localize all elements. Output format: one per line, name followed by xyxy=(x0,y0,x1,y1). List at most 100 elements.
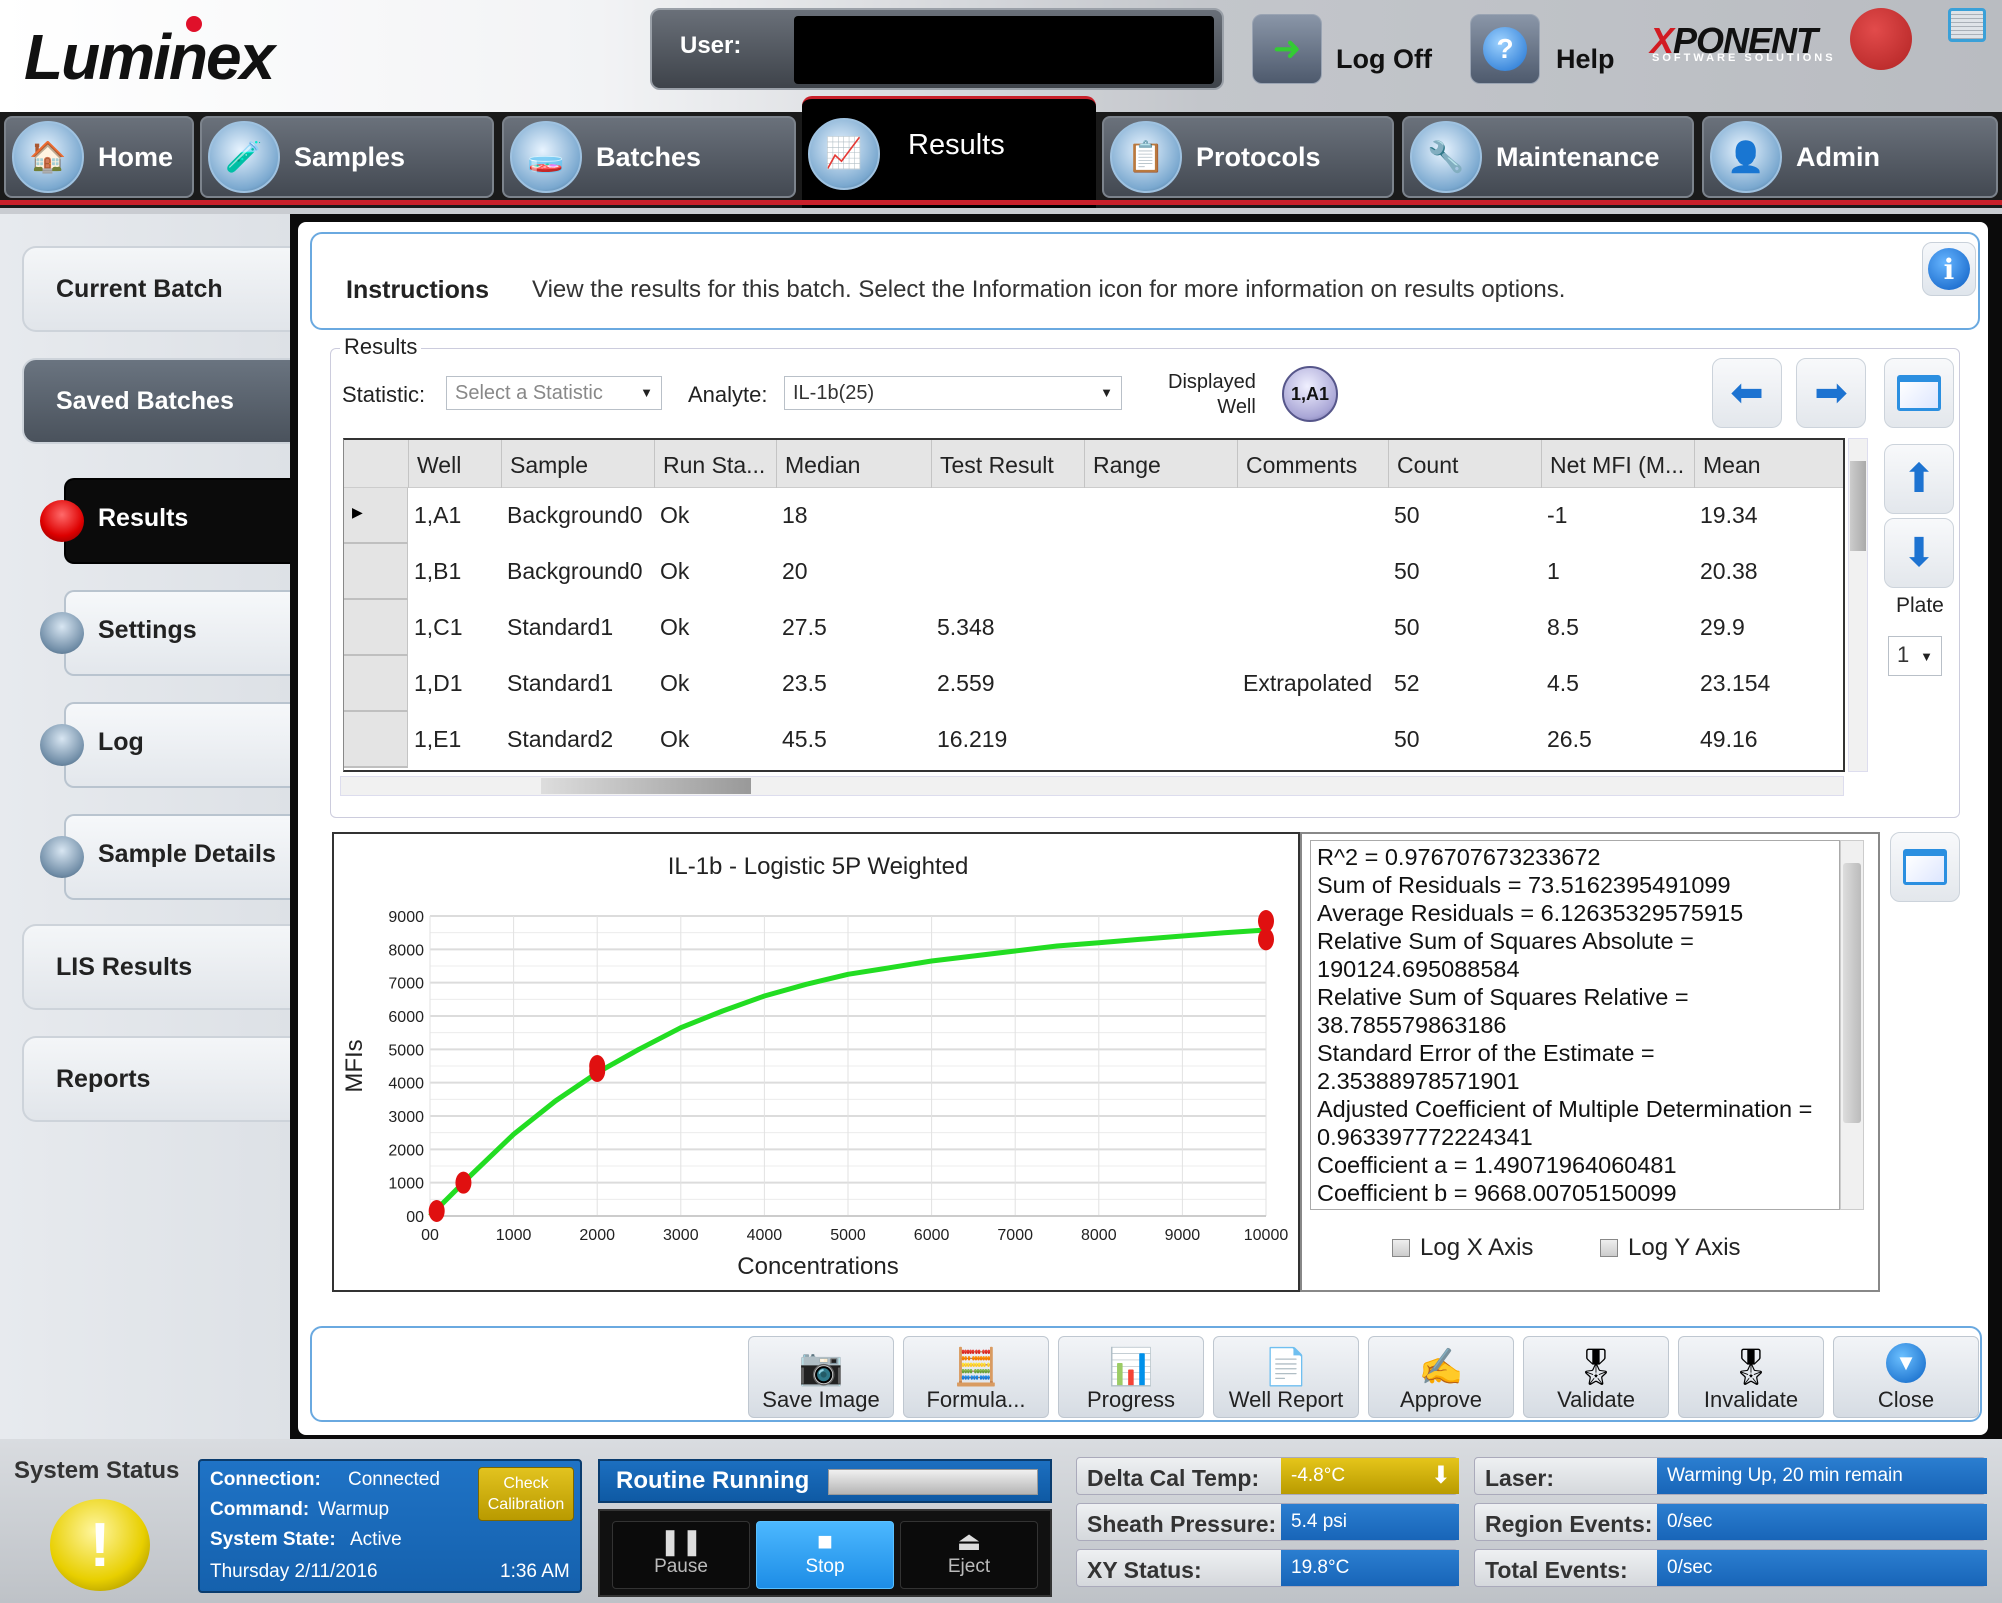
help-label[interactable]: Help xyxy=(1556,44,1615,75)
status-date: Thursday 2/11/2016 xyxy=(210,1561,378,1582)
column-header[interactable]: Count xyxy=(1388,440,1541,488)
statistic-select[interactable]: Select a Statistic ▼ xyxy=(446,376,662,410)
table-vertical-scrollbar[interactable] xyxy=(1848,438,1868,772)
log-x-axis-checkbox[interactable]: Log X Axis xyxy=(1392,1234,1533,1262)
maximize-chart-button[interactable] xyxy=(1890,832,1960,902)
nav-tab-maintenance[interactable]: 🔧 Maintenance xyxy=(1402,116,1694,198)
column-header[interactable]: Net MFI (M... xyxy=(1541,440,1694,488)
log-off-label[interactable]: Log Off xyxy=(1336,44,1432,75)
log-y-axis-checkbox[interactable]: Log Y Axis xyxy=(1600,1234,1741,1262)
sidebar-item-lis-results[interactable]: LIS Results xyxy=(22,924,290,1010)
nav-tab-results[interactable]: 📈 Results xyxy=(802,96,1096,208)
table-row[interactable]: 1,D1 Standard1 Ok 23.5 2.559 Extrapolated 52 4.… xyxy=(344,656,1843,712)
log-off-button[interactable]: ➜ xyxy=(1252,14,1322,84)
sidebar-item-current-batch[interactable]: Current Batch xyxy=(22,246,290,332)
table-cell: 23.5 xyxy=(782,670,827,696)
sidebar-item-saved-batches[interactable]: Saved Batches xyxy=(22,358,290,444)
column-header[interactable]: Sample xyxy=(501,440,654,488)
table-cell: 19.34 xyxy=(1700,502,1758,528)
scroll-thumb[interactable] xyxy=(541,778,751,794)
sidebar-item-settings[interactable]: Settings xyxy=(40,590,290,676)
nav-tab-home[interactable]: 🏠 Home xyxy=(4,116,194,198)
minimize-window-button[interactable] xyxy=(1948,8,1986,42)
scroll-up-button[interactable]: ⬆ xyxy=(1884,444,1954,514)
arrow-down-icon: ⬇ xyxy=(1430,1462,1451,1489)
formula-button[interactable]: 🧮 Formula... xyxy=(903,1336,1049,1418)
previous-well-button[interactable]: ⬅ xyxy=(1712,358,1782,428)
column-header[interactable]: Range xyxy=(1084,440,1237,488)
main-nav: 🏠 Home 🧪 Samples 🧫 Batches 📈 Results 📋 Protoc… xyxy=(0,96,2002,208)
table-row[interactable]: 1,C1 Standard1 Ok 27.5 5.348 50 8.5 29.9 xyxy=(344,600,1843,656)
connection-value: Connected xyxy=(348,1469,440,1490)
table-row[interactable]: 1,E1 Standard2 Ok 45.5 16.219 50 26.5 49.16 xyxy=(344,712,1843,768)
plate-select[interactable]: 1 ▼ xyxy=(1888,636,1942,676)
save-image-button[interactable]: 📷 Save Image xyxy=(748,1336,894,1418)
warning-icon[interactable]: ! xyxy=(50,1499,150,1591)
sidebar-item-log[interactable]: Log xyxy=(40,702,290,788)
row-header[interactable] xyxy=(344,600,408,656)
checkbox-label: Log X Axis xyxy=(1420,1234,1534,1261)
table-cell: 1 xyxy=(1547,558,1560,584)
help-icon: ? xyxy=(1483,27,1527,71)
standard-point xyxy=(1258,910,1274,932)
column-header[interactable]: Test Result xyxy=(931,440,1084,488)
row-header[interactable] xyxy=(344,544,408,600)
fit-statistic-line: Coefficient b = 9668.00705150099 xyxy=(1317,1180,1677,1206)
sidebar-item-reports[interactable]: Reports xyxy=(22,1036,290,1122)
approve-button[interactable]: ✍ Approve xyxy=(1368,1336,1514,1418)
table-cell: 23.154 xyxy=(1700,670,1771,696)
maximize-table-button[interactable] xyxy=(1884,358,1954,428)
well-report-button[interactable]: 📄 Well Report xyxy=(1213,1336,1359,1418)
row-header[interactable] xyxy=(344,712,408,768)
table-row[interactable]: 1,B1 Background0 Ok 20 50 1 20.38 xyxy=(344,544,1843,600)
stats-scrollbar[interactable] xyxy=(1840,840,1864,1210)
progress-button[interactable]: 📊 Progress xyxy=(1058,1336,1204,1418)
nav-tab-admin[interactable]: 👤 Admin xyxy=(1702,116,1998,198)
info-button[interactable]: i xyxy=(1922,242,1976,296)
plate-label: Plate xyxy=(1896,594,1944,617)
column-header[interactable]: Mean xyxy=(1694,440,1843,488)
eject-button[interactable]: ⏏ Eject xyxy=(900,1521,1038,1589)
chart-svg: IL-1b - Logistic 5P Weighted 00 1000 2000 30… xyxy=(341,853,1288,1280)
table-horizontal-scrollbar[interactable] xyxy=(340,776,1844,796)
column-header[interactable]: Well xyxy=(408,440,501,488)
pause-button[interactable]: ❚❚ Pause xyxy=(612,1521,750,1589)
nav-tab-batches[interactable]: 🧫 Batches xyxy=(502,116,796,198)
sidebar-item-label: Reports xyxy=(56,1064,151,1093)
validate-button[interactable]: 🎖 Validate xyxy=(1523,1336,1669,1418)
nav-tab-protocols[interactable]: 📋 Protocols xyxy=(1102,116,1394,198)
region-events-row: Region Events: 0/sec xyxy=(1474,1503,1987,1541)
routine-panel: Routine Running xyxy=(598,1459,1052,1503)
delta-cal-label: Delta Cal Temp: xyxy=(1087,1465,1260,1491)
checkbox-box[interactable] xyxy=(1600,1239,1618,1257)
scroll-down-button[interactable]: ⬇ xyxy=(1884,518,1954,588)
fit-statistics-text: R^2 = 0.976707673233672 Sum of Residuals … xyxy=(1310,840,1840,1210)
sidebar-item-sample-details[interactable]: Sample Details xyxy=(40,814,290,900)
checkbox-box[interactable] xyxy=(1392,1239,1410,1257)
scroll-thumb[interactable] xyxy=(1850,461,1866,551)
invalidate-button[interactable]: 🎖 Invalidate xyxy=(1678,1336,1824,1418)
formula-icon: 🧮 xyxy=(953,1346,999,1387)
next-well-button[interactable]: ➡ xyxy=(1796,358,1866,428)
stop-button[interactable]: ■ Stop xyxy=(756,1521,894,1589)
row-header[interactable] xyxy=(344,656,408,712)
column-header[interactable]: Median xyxy=(776,440,931,488)
nav-tab-samples[interactable]: 🧪 Samples xyxy=(200,116,494,198)
action-label: Close xyxy=(1877,1387,1935,1412)
column-header[interactable]: Comments xyxy=(1237,440,1388,488)
help-button[interactable]: ? xyxy=(1470,14,1540,84)
x-tick-label: 8000 xyxy=(1081,1227,1117,1244)
table-row[interactable]: ▶ 1,A1 Background0 Ok 18 50 -1 19.34 xyxy=(344,488,1843,544)
sidebar-item-results[interactable]: Results xyxy=(40,478,290,564)
fit-statistic-line: 0.963397772224341 xyxy=(1317,1124,1533,1150)
table-header: Well Sample Run Sta... Median Test Result Ran… xyxy=(344,440,1843,488)
column-header[interactable]: Run Sta... xyxy=(654,440,776,488)
row-header[interactable]: ▶ xyxy=(344,488,408,544)
close-button[interactable]: ▼ Close xyxy=(1833,1336,1979,1418)
table-cell: 4.5 xyxy=(1547,670,1579,696)
check-calibration-button[interactable]: Check Calibration xyxy=(478,1467,574,1521)
scroll-thumb[interactable] xyxy=(1843,863,1861,1123)
analyte-select[interactable]: IL-1b(25) ▼ xyxy=(784,376,1122,410)
table-cell: 5.348 xyxy=(937,614,995,640)
total-events-row: Total Events: 0/sec xyxy=(1474,1549,1987,1587)
